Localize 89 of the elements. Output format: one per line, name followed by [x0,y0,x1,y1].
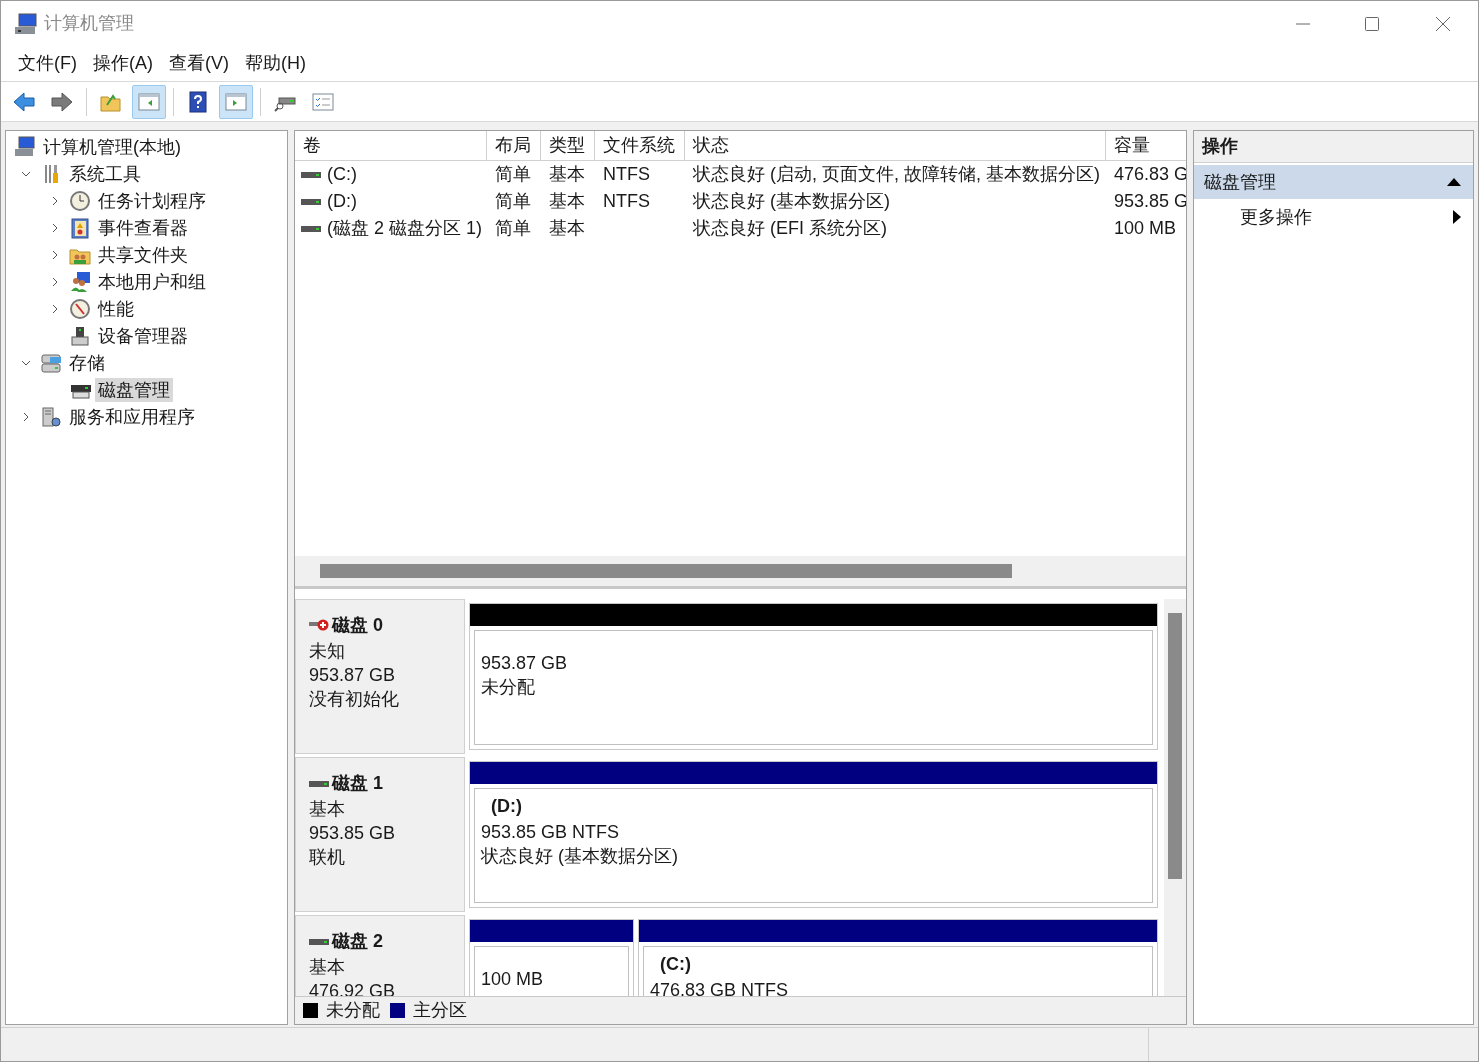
table-cell-text: 基本 [549,217,585,240]
disk-detail: 953.87 GB [309,664,397,687]
partition[interactable]: (C:) 476.83 GB NTFS [638,919,1158,996]
computer-icon [14,11,38,36]
window-title: 计算机管理 [44,12,134,35]
disk-detail: 联机 [309,846,346,869]
table-cell-text: 953.85 G [1114,190,1186,213]
disk-detail: 基本 [309,956,346,979]
table-cell-text: 基本 [549,163,585,186]
computer-icon [14,135,36,158]
disk-name: 磁盘 2 [332,930,383,953]
disk-detail: 没有初始化 [309,688,400,711]
partition-detail: 953.85 GB NTFS [481,821,621,844]
partition[interactable]: 100 MB [469,919,634,996]
gauge-icon [69,297,91,320]
back-arrow-icon [12,89,36,114]
volume-name[interactable]: (C:) [327,161,357,188]
tree-item[interactable]: 本地用户和组 [95,269,209,294]
tree-item[interactable]: 系统工具 [66,161,144,186]
partition-detail: 未分配 [481,676,536,699]
clock-icon [69,189,91,212]
maximize-icon[interactable] [1364,15,1380,32]
partition-detail: 953.87 GB [481,652,569,675]
menu-item[interactable]: 操作(A) [86,50,160,77]
drive-letter: (D:) [490,795,523,818]
tree-item[interactable]: 磁盘管理 [95,377,173,402]
partition-detail: 100 MB [481,968,545,991]
menu-item[interactable]: 查看(V) [162,50,236,77]
vertical-scrollbar[interactable] [1164,599,1186,996]
menu-item[interactable]: 帮助(H) [238,50,313,77]
disk-detail: 未知 [309,640,346,663]
help-icon [186,89,210,114]
partition-detail: 476.83 GB NTFS [650,979,790,996]
drive-icon [301,223,321,234]
table-cell-text: NTFS [603,190,650,213]
table-cell-text: 100 MB [1114,217,1177,240]
disk-name: 磁盘 0 [332,614,383,637]
table-cell-text: 简单 [495,163,531,186]
table-cell-text: 476.83 G [1114,163,1186,186]
tree-item[interactable]: 计算机管理(本地) [40,134,184,159]
tree-item[interactable]: 设备管理器 [95,323,191,348]
users-icon [69,270,91,293]
table-cell-text: 状态良好 (EFI 系统分区) [693,217,887,240]
expand-chevron-icon[interactable] [50,195,60,206]
table-cell-text: NTFS [603,163,650,186]
expand-chevron-icon[interactable] [50,249,60,260]
drive-icon [301,196,321,207]
table-cell-text: 基本 [549,190,585,213]
tree-item[interactable]: 事件查看器 [95,215,191,240]
legend-label: 未分配 [326,999,380,1022]
drive-icon [301,169,321,180]
partition[interactable]: (D:) 953.85 GB NTFS 状态良好 (基本数据分区) [469,761,1158,908]
expand-chevron-icon[interactable] [50,276,60,287]
volume-name[interactable]: (D:) [327,188,357,215]
forward-arrow-icon [50,89,74,114]
tree-item[interactable]: 任务计划程序 [95,188,209,213]
partition-detail: 状态良好 (基本数据分区) [481,845,679,868]
expand-chevron-icon[interactable] [50,222,60,233]
disk-detail: 基本 [309,798,346,821]
drive-letter: (C:) [659,953,692,976]
close-icon[interactable] [1435,15,1451,32]
storage-icon [40,351,62,374]
table-cell-text: 简单 [495,217,531,240]
expand-chevron-icon[interactable] [50,303,60,314]
table-cell-text: 简单 [495,190,531,213]
actions-header: 操作 [1194,131,1473,163]
disk-detail: 953.85 GB [309,822,397,845]
tree-item[interactable]: 性能 [95,296,137,321]
partition[interactable]: 953.87 GB 未分配 [469,603,1158,750]
disk-name: 磁盘 1 [332,772,383,795]
device-icon [69,324,91,347]
submenu-triangle-icon [1453,210,1461,224]
tree-item[interactable]: 服务和应用程序 [66,404,198,429]
horizontal-scrollbar[interactable] [295,556,1186,586]
collapse-triangle-icon[interactable] [1447,178,1461,186]
scrollbar-thumb[interactable] [1168,613,1182,879]
tree-item[interactable]: 共享文件夹 [95,242,191,267]
table-cell-text: 状态良好 (启动, 页面文件, 故障转储, 基本数据分区) [693,163,1100,186]
expand-chevron-icon[interactable] [21,411,31,422]
server-gear-icon [40,405,62,428]
scrollbar-thumb[interactable] [320,564,1012,578]
action-item[interactable]: 更多操作 [1194,199,1473,235]
menu-item[interactable]: 文件(F) [11,50,84,77]
table-cell-text: 状态良好 (基本数据分区) [693,190,890,213]
actions-section[interactable]: 磁盘管理 [1194,165,1473,199]
volume-name[interactable]: (磁盘 2 磁盘分区 1) [327,215,482,242]
log-book-icon [69,216,91,239]
tree-item[interactable]: 存储 [66,350,108,375]
legend-label: 主分区 [413,999,467,1022]
